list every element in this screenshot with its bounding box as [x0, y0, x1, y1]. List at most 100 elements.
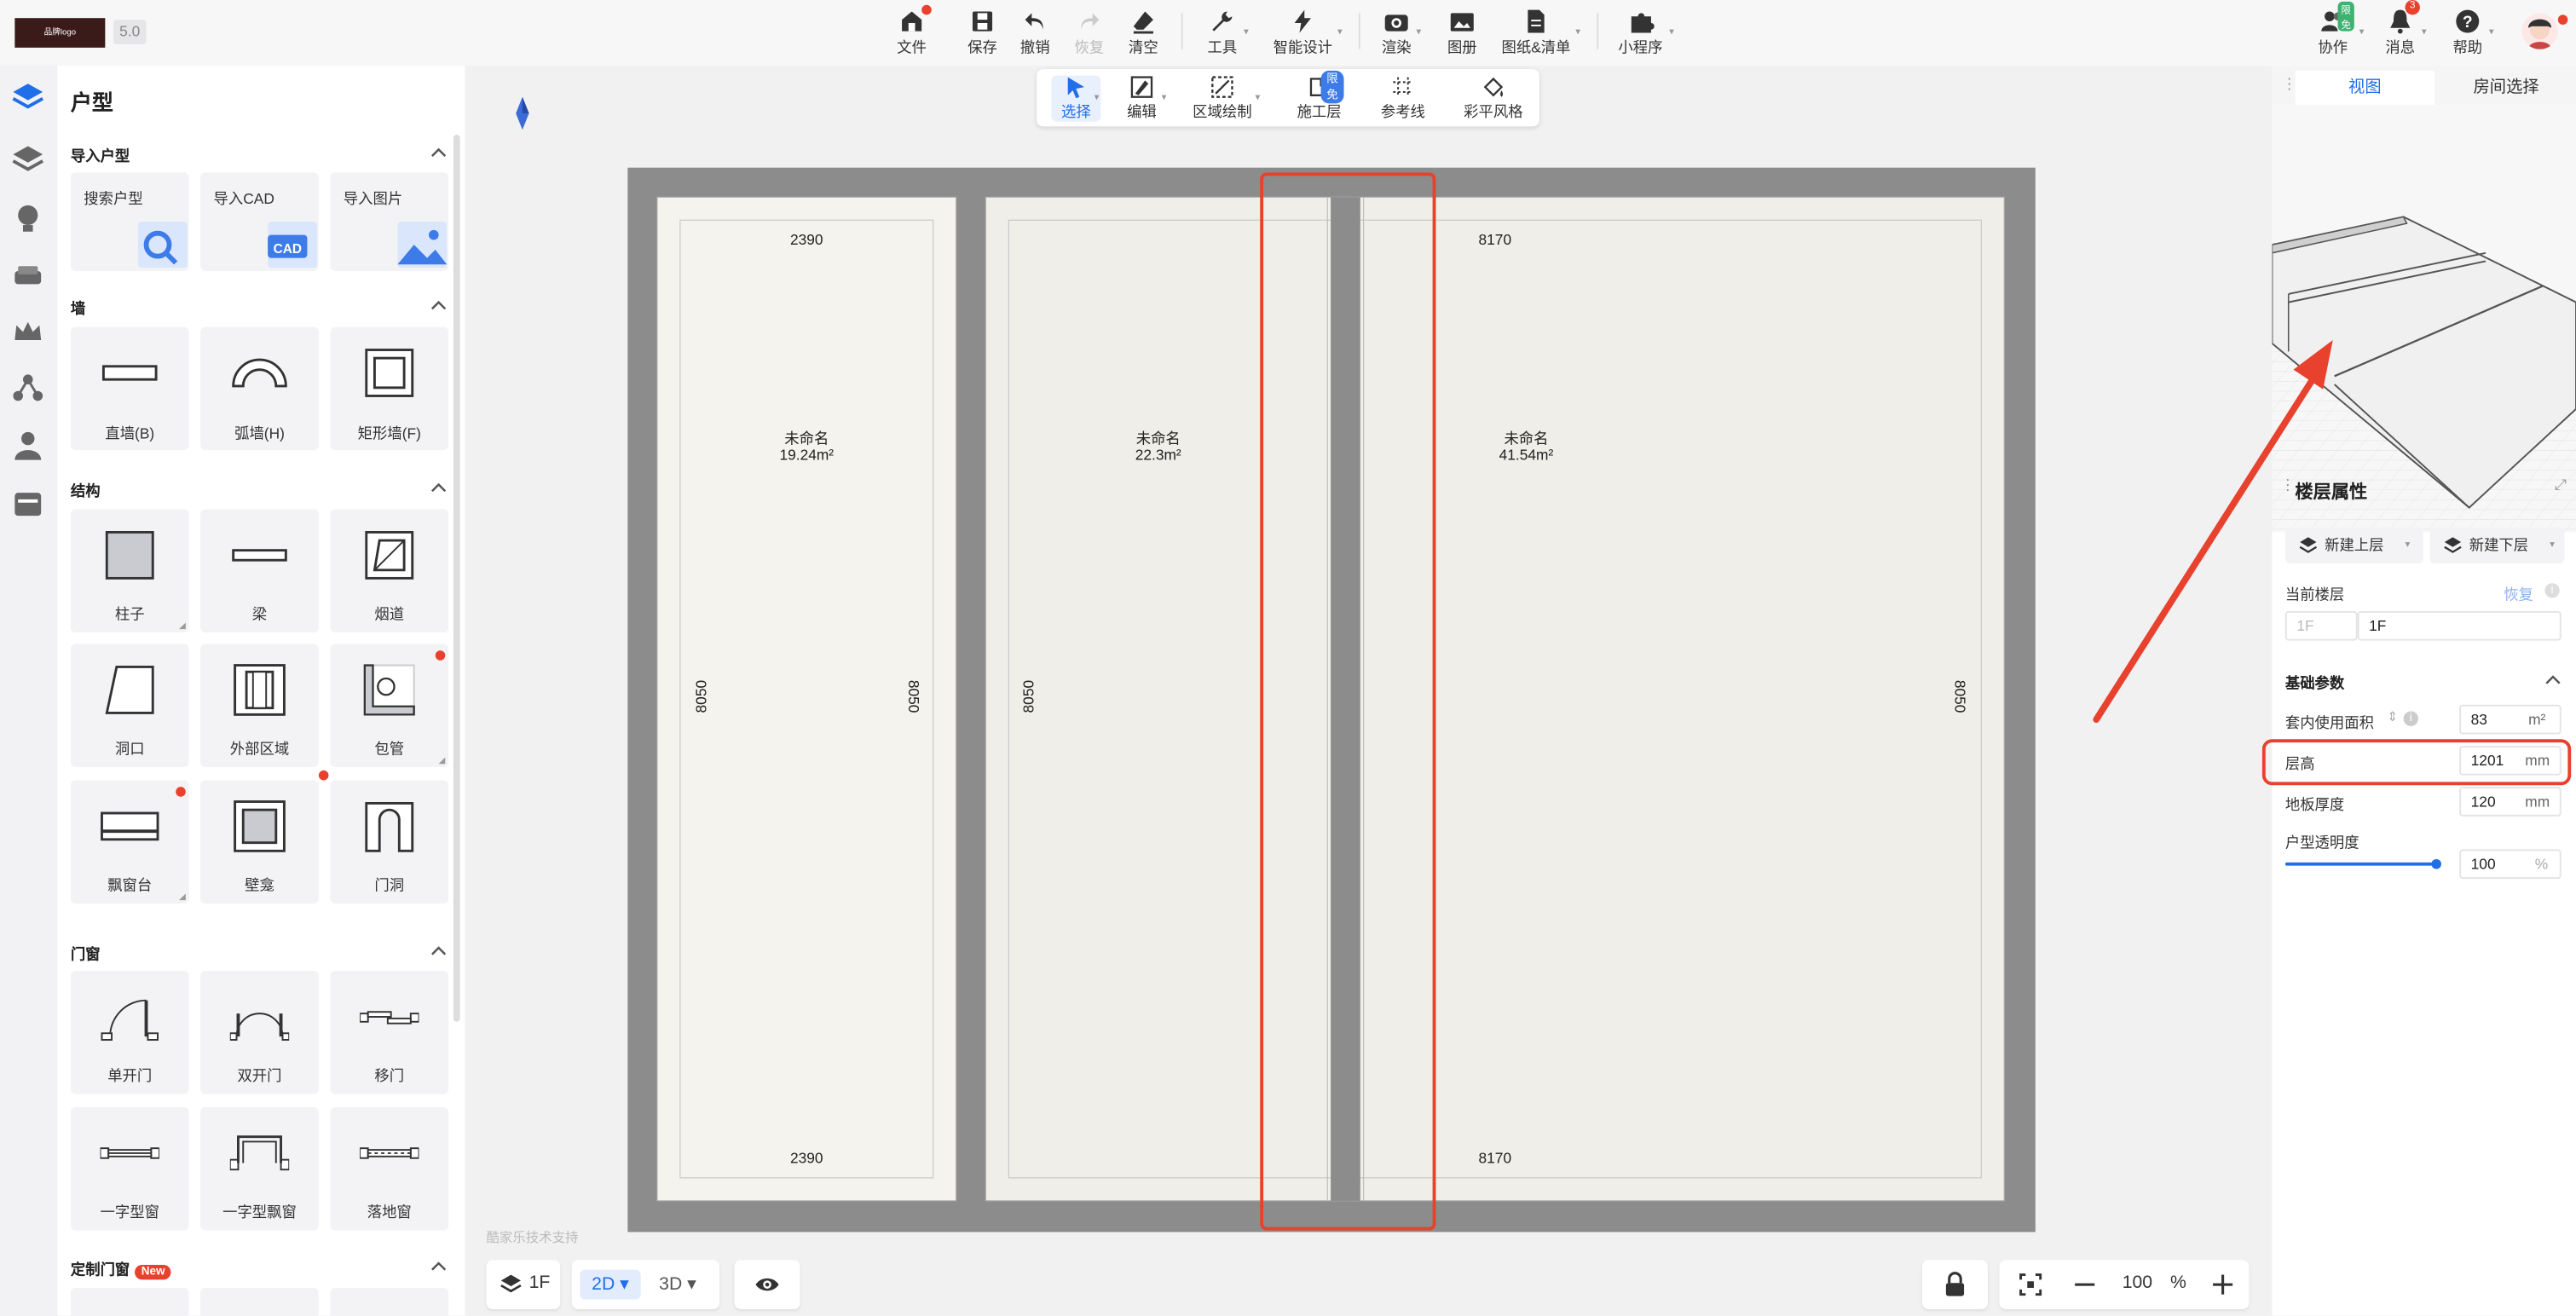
- slider-handle[interactable]: [2431, 858, 2441, 869]
- stack-icon[interactable]: [10, 141, 46, 177]
- user-avatar[interactable]: [2521, 13, 2558, 49]
- drag-handle-icon[interactable]: ⋮: [2280, 476, 2295, 494]
- straight-wall-card[interactable]: 直墙(B): [70, 326, 189, 451]
- person-icon[interactable]: [10, 427, 46, 463]
- drawings-button[interactable]: 图纸&清单: [1502, 9, 1571, 58]
- floor-name-input[interactable]: 1F: [2357, 610, 2562, 641]
- exterior-area-card[interactable]: 外部区域: [200, 644, 319, 768]
- info-icon[interactable]: i: [2544, 583, 2560, 598]
- cabinet-icon[interactable]: [10, 486, 46, 522]
- app-logo[interactable]: 品牌logo: [14, 18, 106, 48]
- lightbulb-icon[interactable]: [10, 200, 46, 236]
- custom-item-card[interactable]: [330, 1287, 449, 1316]
- file-menu-button[interactable]: 文件: [897, 4, 932, 58]
- double-door-card[interactable]: 双开门: [200, 971, 319, 1094]
- zoom-value[interactable]: 100: [2114, 1273, 2160, 1293]
- notification-dot: [2557, 14, 2568, 25]
- camera-icon: [1384, 14, 1408, 32]
- chevron-up-icon[interactable]: [430, 297, 447, 314]
- usable-area-input[interactable]: 83: [2459, 704, 2562, 735]
- floorplan-layers-icon[interactable]: [10, 79, 46, 115]
- expand-icon[interactable]: ⤢: [2555, 476, 2567, 494]
- mini-program-button[interactable]: 小程序: [1618, 9, 1662, 58]
- info-icon[interactable]: i: [2403, 711, 2418, 726]
- room-area: 41.54m²: [1499, 447, 1554, 464]
- opening-card[interactable]: 洞口: [70, 644, 189, 768]
- layers-add-icon: [2444, 537, 2462, 553]
- save-button[interactable]: 保存: [967, 9, 997, 58]
- redo-button[interactable]: 恢复: [1074, 9, 1104, 58]
- chevron-up-icon[interactable]: [430, 480, 447, 496]
- single-door-card[interactable]: 单开门: [70, 971, 189, 1094]
- highlight-floor-height-box: [2261, 739, 2572, 786]
- tab-room-select[interactable]: 房间选择: [2436, 71, 2576, 105]
- visibility-button[interactable]: [734, 1260, 800, 1310]
- bay-window-sill-card[interactable]: 飘窗台: [70, 780, 189, 904]
- new-dot: [176, 787, 186, 797]
- straight-bay-window-card[interactable]: 一字型飘窗: [200, 1106, 319, 1231]
- floor-window-card[interactable]: 落地窗: [330, 1106, 449, 1231]
- straight-window-card[interactable]: 一字型窗: [70, 1106, 189, 1231]
- room-2-3-floor[interactable]: [985, 197, 2005, 1201]
- sliding-door-card[interactable]: 移门: [330, 971, 449, 1094]
- scrollbar[interactable]: [453, 135, 460, 1022]
- mode-2d-button[interactable]: 2D ▾: [580, 1269, 641, 1300]
- messages-button[interactable]: 消息 3: [2385, 0, 2420, 58]
- chevron-down-icon: ▾: [1255, 93, 1261, 104]
- pipe-enclosure-card[interactable]: 包管: [330, 644, 449, 768]
- chevron-up-icon[interactable]: [430, 1258, 447, 1274]
- niche-card[interactable]: 壁龛: [200, 770, 329, 904]
- rect-wall-card[interactable]: 矩形墙(F): [330, 326, 449, 451]
- 3d-preview[interactable]: [2272, 105, 2576, 533]
- 3d-model-preview[interactable]: [2272, 105, 2576, 533]
- tools-menu-button[interactable]: 工具: [1208, 9, 1237, 58]
- compass-icon[interactable]: [516, 96, 529, 130]
- undo-button[interactable]: 撤销: [1020, 9, 1050, 58]
- network-icon[interactable]: [10, 370, 46, 406]
- custom-item-card[interactable]: [200, 1287, 319, 1316]
- tab-view[interactable]: 视图: [2295, 70, 2435, 106]
- region-draw-button[interactable]: 区域绘制: [1189, 76, 1255, 122]
- collaborate-button[interactable]: 协作 限免: [2318, 1, 2354, 58]
- reference-line-button[interactable]: 参考线: [1378, 76, 1428, 122]
- zoom-in-icon[interactable]: [2211, 1273, 2234, 1296]
- new-lower-floor-button[interactable]: 新建下层 ▾: [2429, 527, 2565, 564]
- zoom-out-icon[interactable]: [2073, 1273, 2096, 1296]
- search-floorplan-card[interactable]: 搜索户型: [70, 172, 189, 272]
- import-cad-card[interactable]: 导入CAD CAD: [200, 172, 319, 272]
- album-button[interactable]: 图册: [1447, 9, 1477, 58]
- lock-button[interactable]: [1921, 1260, 1989, 1310]
- edit-subtoolbar: 选择 ▾ 编辑 ▾ 区域绘制 ▾ 施工层 限免 参考线 彩平风格: [1037, 68, 1539, 127]
- clear-button[interactable]: 清空: [1129, 9, 1158, 58]
- beam-card[interactable]: 梁: [200, 509, 319, 633]
- door-opening-icon: [365, 801, 414, 852]
- help-button[interactable]: ? 帮助: [2452, 9, 2482, 58]
- import-image-card[interactable]: 导入图片: [330, 172, 449, 272]
- sofa-icon[interactable]: [10, 258, 46, 294]
- flue-card[interactable]: 烟道: [330, 509, 449, 633]
- crown-icon[interactable]: [10, 314, 46, 349]
- chevron-down-icon: ▾: [2421, 27, 2427, 38]
- render-button[interactable]: 渲染: [1382, 9, 1412, 58]
- custom-item-card[interactable]: [70, 1287, 189, 1316]
- door-opening-card[interactable]: 门洞: [330, 780, 449, 904]
- sort-icon[interactable]: ⇕: [2387, 710, 2398, 724]
- new-upper-floor-button[interactable]: 新建上层 ▾: [2284, 527, 2423, 564]
- fit-screen-icon[interactable]: [2019, 1273, 2042, 1296]
- chevron-up-icon[interactable]: [430, 943, 447, 959]
- edit-tool-button[interactable]: 编辑: [1122, 76, 1161, 122]
- thickness-unit: mm: [2525, 793, 2550, 811]
- notification-dot: [921, 4, 932, 15]
- chevron-up-icon[interactable]: [430, 145, 447, 161]
- current-floor-label: 当前楼层: [2284, 586, 2345, 603]
- column-card[interactable]: 柱子: [70, 509, 189, 633]
- transparency-slider[interactable]: [2284, 858, 2441, 869]
- chevron-up-icon[interactable]: [2544, 672, 2561, 688]
- construction-layer-button[interactable]: 施工层 限免: [1295, 70, 1344, 122]
- restore-link[interactable]: 恢复: [2504, 583, 2533, 604]
- arc-wall-card[interactable]: 弧墙(H): [200, 326, 319, 451]
- color-style-button[interactable]: 彩平风格: [1460, 76, 1526, 122]
- smart-design-button[interactable]: 智能设计: [1274, 9, 1332, 58]
- floor-switcher[interactable]: 1F: [486, 1260, 561, 1310]
- mode-3d-button[interactable]: 3D ▾: [647, 1270, 708, 1300]
